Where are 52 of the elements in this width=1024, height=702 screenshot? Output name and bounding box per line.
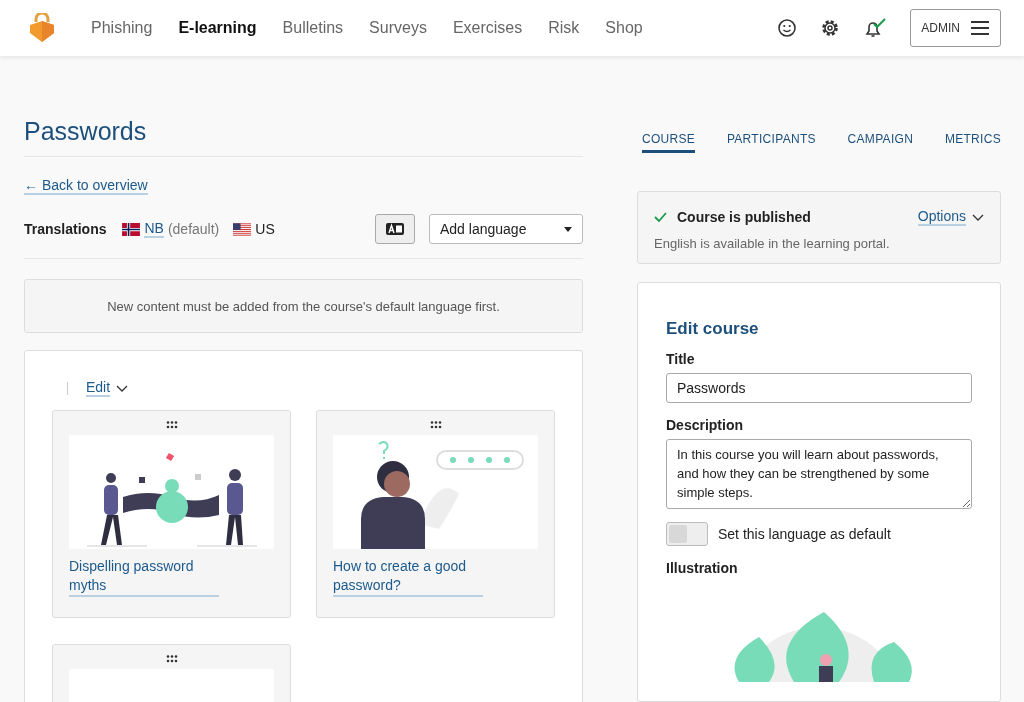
- notification-bell-icon[interactable]: [863, 17, 888, 39]
- nav-link[interactable]: Risk: [548, 19, 580, 37]
- chevron-down-icon: [116, 384, 129, 392]
- nav-link[interactable]: E-learning: [178, 19, 257, 37]
- chevron-down-icon: [972, 213, 984, 221]
- check-icon: [654, 212, 667, 222]
- default-language-toggle[interactable]: [666, 522, 708, 546]
- edit-menu-link[interactable]: Edit: [86, 379, 111, 397]
- translate-button[interactable]: [375, 214, 415, 244]
- module-title-link[interactable]: How to create a good password?: [333, 557, 483, 597]
- caret-icon: [564, 226, 572, 232]
- tab[interactable]: COURSE: [642, 132, 696, 153]
- status-title: Course is published: [677, 209, 811, 225]
- logo-icon[interactable]: [27, 13, 57, 43]
- page-title: Passwords: [24, 117, 148, 146]
- flag-icon: [233, 222, 252, 236]
- drag-handle-icon[interactable]: [165, 655, 178, 663]
- description-label: Description: [666, 417, 744, 433]
- nav-link[interactable]: Shop: [605, 19, 643, 37]
- toggle-label: Set this language as default: [718, 526, 891, 542]
- drag-handle-icon[interactable]: [165, 421, 178, 429]
- nav-link[interactable]: Bulletins: [282, 19, 344, 37]
- edit-course-heading: Edit course: [666, 319, 760, 339]
- title-input[interactable]: Passwords: [666, 373, 972, 403]
- language-link[interactable]: NB: [144, 220, 164, 238]
- admin-menu-button[interactable]: ADMIN: [910, 9, 1001, 47]
- tab[interactable]: METRICS: [944, 132, 1001, 153]
- default-note: (default): [167, 221, 220, 237]
- description-textarea[interactable]: In this course you will learn about passwords, and how they can be strengthened by some simple steps.: [666, 439, 972, 509]
- module-title-link[interactable]: Dispelling password myths: [69, 557, 219, 597]
- tab[interactable]: PARTICIPANTS: [726, 132, 816, 153]
- status-text: English is available in the learning portal.: [654, 236, 891, 251]
- back-link[interactable]: ← Back to overview: [24, 177, 148, 195]
- title-label: Title: [666, 351, 696, 367]
- translate-icon: [386, 223, 404, 235]
- illustration-label: Illustration: [666, 560, 739, 576]
- module-card[interactable]: Dispelling password myths: [52, 410, 291, 618]
- drag-handle-icon[interactable]: [429, 421, 442, 429]
- nav-link[interactable]: Phishing: [91, 19, 153, 37]
- menu-icon: [970, 20, 990, 36]
- module-card[interactable]: How to create a good password?: [316, 410, 555, 618]
- translations-label: Translations: [24, 221, 107, 237]
- settings-icon[interactable]: [820, 18, 841, 38]
- add-language-dropdown[interactable]: Add language: [429, 214, 583, 244]
- smiley-icon[interactable]: [777, 18, 798, 38]
- language-link[interactable]: US: [255, 221, 275, 237]
- nav-link[interactable]: Exercises: [452, 19, 523, 37]
- options-link[interactable]: Options: [917, 208, 966, 226]
- tab[interactable]: CAMPAIGN: [847, 132, 914, 153]
- notice-text: New content must be added from the course's default language first.: [107, 298, 500, 314]
- nav-link[interactable]: Surveys: [369, 19, 427, 37]
- flag-icon: [122, 222, 141, 236]
